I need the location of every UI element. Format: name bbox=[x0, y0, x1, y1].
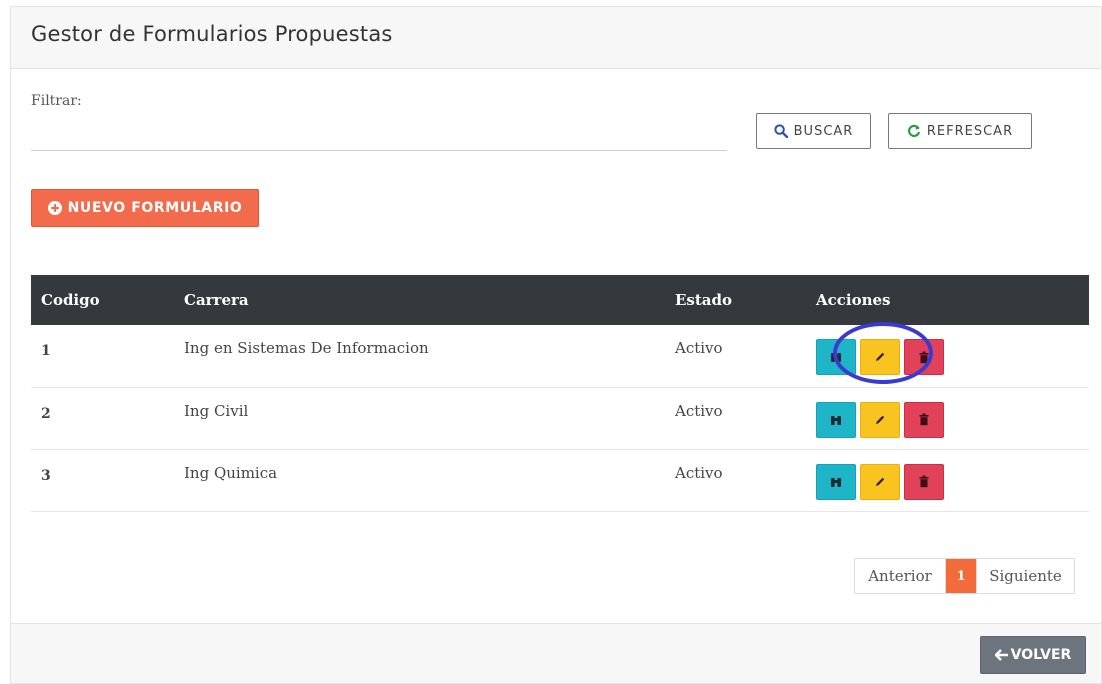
cell-codigo: 1 bbox=[41, 343, 51, 359]
cell-carrera: Ing Quimica bbox=[184, 463, 278, 482]
binoculars-icon bbox=[831, 415, 841, 425]
volver-label: VOLVER bbox=[1010, 647, 1072, 663]
delete-button[interactable] bbox=[904, 463, 944, 500]
formularios-table: Codigo Carrera Estado Acciones 1 Ing en … bbox=[31, 275, 1089, 512]
view-button[interactable] bbox=[816, 339, 856, 375]
binoculars-icon bbox=[831, 477, 841, 487]
pagination-prev[interactable]: Anterior bbox=[855, 559, 946, 593]
card-footer: VOLVER bbox=[11, 623, 1101, 683]
view-button[interactable] bbox=[816, 401, 856, 438]
refrescar-button[interactable]: REFRESCAR bbox=[888, 113, 1032, 149]
filter-label: Filtrar: bbox=[31, 93, 82, 109]
header-acciones: Acciones bbox=[816, 291, 891, 309]
cell-carrera: Ing en Sistemas De Informacion bbox=[184, 339, 429, 357]
plus-circle-icon bbox=[47, 201, 62, 215]
trash-icon bbox=[919, 351, 929, 363]
refrescar-label: REFRESCAR bbox=[926, 123, 1014, 139]
header-estado: Estado bbox=[675, 291, 733, 309]
cell-codigo: 3 bbox=[41, 467, 51, 484]
buscar-button[interactable]: BUSCAR bbox=[756, 113, 871, 149]
row-actions bbox=[816, 339, 1079, 375]
form-manager-card: Gestor de Formularios Propuestas Filtrar… bbox=[10, 6, 1102, 684]
pagination-current-page[interactable]: 1 bbox=[946, 559, 976, 593]
cell-acciones bbox=[806, 449, 1089, 511]
table-row: 3 Ing Quimica Activo bbox=[31, 449, 1089, 511]
delete-button[interactable] bbox=[904, 401, 944, 438]
card-header: Gestor de Formularios Propuestas bbox=[11, 7, 1101, 69]
pagination-next[interactable]: Siguiente bbox=[976, 559, 1074, 593]
table-header-row: Codigo Carrera Estado Acciones bbox=[31, 275, 1089, 325]
header-codigo: Codigo bbox=[41, 291, 100, 309]
trash-icon bbox=[919, 475, 929, 488]
table-row: 1 Ing en Sistemas De Informacion Activo bbox=[31, 325, 1089, 387]
trash-icon bbox=[919, 413, 929, 426]
cell-estado: Activo bbox=[675, 463, 723, 482]
pencil-icon bbox=[876, 415, 885, 424]
arrow-left-icon bbox=[994, 649, 1008, 661]
page-title: Gestor de Formularios Propuestas bbox=[31, 22, 393, 46]
table-row: 2 Ing Civil Activo bbox=[31, 387, 1089, 449]
nuevo-formulario-label: NUEVO FORMULARIO bbox=[67, 200, 243, 216]
search-icon bbox=[774, 124, 788, 138]
cell-carrera: Ing Civil bbox=[184, 401, 249, 420]
cell-estado: Activo bbox=[675, 339, 723, 357]
cell-acciones bbox=[806, 387, 1089, 449]
pencil-icon bbox=[876, 477, 885, 486]
edit-button[interactable] bbox=[860, 401, 900, 438]
view-button[interactable] bbox=[816, 463, 856, 500]
filter-input[interactable] bbox=[31, 119, 727, 151]
nuevo-formulario-button[interactable]: NUEVO FORMULARIO bbox=[31, 189, 259, 227]
edit-button[interactable] bbox=[860, 339, 900, 375]
cell-acciones bbox=[806, 325, 1089, 387]
pagination: Anterior 1 Siguiente bbox=[854, 558, 1075, 594]
row-actions bbox=[816, 463, 1079, 500]
buscar-label: BUSCAR bbox=[793, 123, 854, 139]
edit-button[interactable] bbox=[860, 463, 900, 500]
delete-button[interactable] bbox=[904, 339, 944, 375]
cell-estado: Activo bbox=[675, 401, 723, 420]
volver-button[interactable]: VOLVER bbox=[980, 636, 1086, 674]
cell-codigo: 2 bbox=[41, 405, 51, 422]
row-actions bbox=[816, 401, 1079, 438]
pencil-icon bbox=[876, 352, 885, 361]
binoculars-icon bbox=[831, 353, 841, 362]
refresh-icon bbox=[907, 124, 920, 137]
header-carrera: Carrera bbox=[184, 291, 249, 309]
